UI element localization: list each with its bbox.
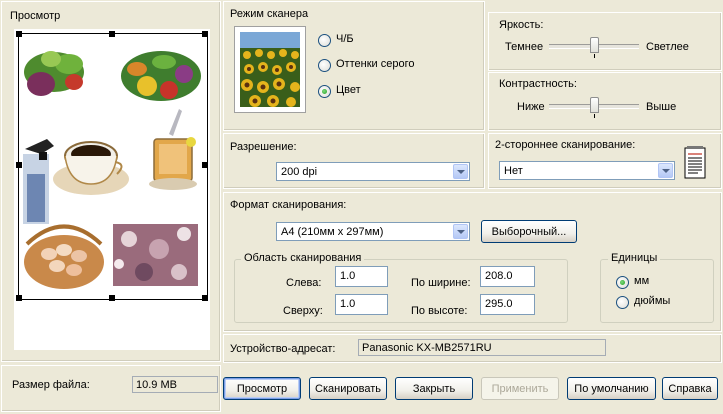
brightness-slider-thumb[interactable]: [590, 37, 599, 53]
destination-label: Устройство-адресат:: [230, 343, 336, 355]
scanmode-radio-bw[interactable]: [318, 34, 331, 47]
help-button[interactable]: Справка: [662, 377, 718, 400]
format-value: A4 (210мм x 297мм): [281, 226, 384, 238]
scanmode-radio-grayscale[interactable]: [318, 59, 331, 72]
close-button[interactable]: Закрыть: [395, 377, 473, 400]
vegetables-picture: [24, 51, 84, 96]
brightness-title: Яркость:: [499, 19, 544, 31]
duplex-page-icon: [684, 146, 706, 179]
preview-button[interactable]: Просмотр: [223, 377, 301, 400]
units-group: [600, 259, 714, 323]
apply-button[interactable]: Применить: [481, 377, 559, 400]
area-left-input[interactable]: 1.0: [335, 266, 388, 287]
resolution-value: 200 dpi: [281, 166, 318, 178]
area-left-label: Слева:: [286, 277, 322, 289]
format-title: Формат сканирования:: [230, 199, 347, 211]
scanmode-radio-color[interactable]: [318, 85, 331, 98]
tea-glass-picture: [149, 109, 197, 190]
filesize-panel: Размер файла: 10.9 MB: [1, 365, 221, 412]
eggs-basket-picture: [24, 224, 104, 289]
brightness-panel: Яркость: Темнее Светлее: [488, 12, 722, 71]
contrast-title: Контрастность:: [499, 78, 577, 90]
units-label-inches: дюймы: [634, 295, 671, 307]
scanmode-label-grayscale: Оттенки серого: [336, 58, 415, 70]
resolution-select[interactable]: 200 dpi: [276, 162, 470, 181]
brightness-slider-tick: [594, 54, 595, 58]
scanmode-title: Режим сканера: [230, 8, 309, 20]
area-top-input[interactable]: 1.0: [335, 294, 388, 315]
resolution-panel: Разрешение: 200 dpi: [223, 133, 485, 189]
area-width-input[interactable]: 208.0: [480, 266, 535, 287]
filesize-value: 10.9 MB: [132, 376, 218, 393]
scanmode-label-bw: Ч/Б: [336, 33, 354, 45]
duplex-value: Нет: [504, 165, 523, 177]
area-width-label: По ширине:: [411, 277, 471, 289]
contrast-panel: Контрастность: Ниже Выше: [488, 72, 722, 131]
coffee-pot-picture: [23, 139, 54, 224]
scanmode-thumbnail: [234, 26, 306, 113]
contrast-slider-thumb[interactable]: [590, 97, 599, 113]
scanmode-panel: Режим сканера Ч/Б Оттенки серого Цвет: [223, 1, 485, 131]
preview-title: Просмотр: [10, 10, 61, 22]
units-radio-inches[interactable]: [616, 296, 629, 309]
filesize-label: Размер файла:: [12, 379, 90, 391]
fruits-picture: [121, 51, 201, 101]
area-top-label: Сверху:: [283, 305, 323, 317]
scanmode-label-color: Цвет: [336, 84, 361, 96]
scan-area-title: Область сканирования: [241, 252, 365, 264]
preview-panel: Просмотр: [1, 1, 221, 362]
area-height-label: По высоте:: [411, 305, 468, 317]
custom-format-button[interactable]: Выборочный...: [481, 220, 577, 243]
defaults-button[interactable]: По умолчанию: [567, 377, 656, 400]
brightness-left-label: Темнее: [505, 41, 544, 53]
units-radio-mm[interactable]: [616, 276, 629, 289]
resolution-title: Разрешение:: [230, 141, 297, 153]
teacup-picture: [53, 141, 129, 195]
units-label-mm: мм: [634, 275, 650, 287]
contrast-left-label: Ниже: [517, 101, 545, 113]
duplex-panel: 2-стороннее сканирование: Нет: [488, 133, 722, 189]
scanned-page-image: [23, 51, 201, 289]
area-height-input[interactable]: 295.0: [480, 294, 535, 315]
destination-panel: Устройство-адресат: Panasonic KX-MB2571R…: [223, 334, 722, 363]
chevron-down-icon[interactable]: [453, 164, 468, 179]
format-panel: Формат сканирования: A4 (210мм x 297мм) …: [223, 192, 722, 332]
duplex-title: 2-стороннее сканирование:: [495, 139, 636, 151]
format-select[interactable]: A4 (210мм x 297мм): [276, 222, 470, 241]
duplex-select[interactable]: Нет: [499, 161, 675, 180]
textile-picture: [113, 224, 198, 286]
destination-field: Panasonic KX-MB2571RU: [358, 339, 606, 356]
chevron-down-icon[interactable]: [453, 224, 468, 239]
contrast-slider-tick: [594, 114, 595, 118]
contrast-right-label: Выше: [646, 101, 677, 113]
brightness-right-label: Светлее: [646, 41, 689, 53]
chevron-down-icon[interactable]: [658, 163, 673, 178]
preview-area: [14, 29, 210, 350]
scan-button[interactable]: Сканировать: [309, 377, 387, 400]
units-title: Единицы: [608, 252, 661, 264]
